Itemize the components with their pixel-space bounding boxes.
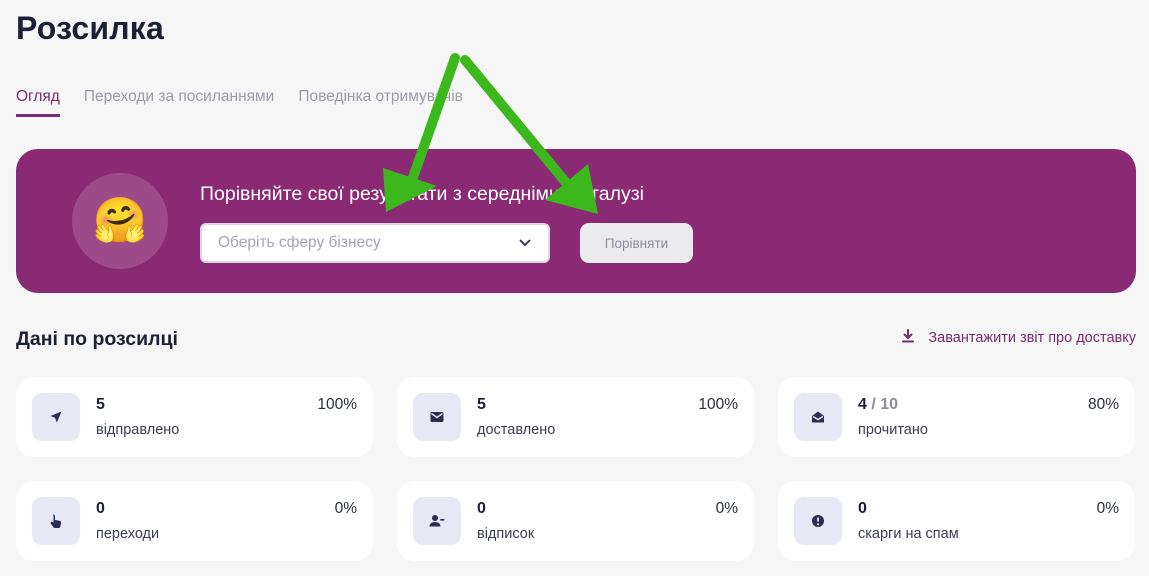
tab-link-clicks[interactable]: Переходи за посиланнями: [84, 88, 274, 117]
business-sphere-select[interactable]: Оберіть сферу бізнесу: [200, 223, 550, 263]
stat-label: відписок: [477, 526, 535, 542]
stat-value: 5: [96, 396, 105, 413]
compare-button[interactable]: Порівняти: [580, 223, 693, 263]
tab-bar: Огляд Переходи за посиланнями Поведінка …: [16, 88, 463, 117]
stat-value: 0: [858, 500, 867, 517]
stat-value: 4 / 10: [858, 396, 899, 413]
chevron-down-icon: [518, 236, 532, 250]
stat-label: скарги на спам: [858, 526, 959, 542]
stat-value: 5: [477, 396, 486, 413]
download-report-label: Завантажити звіт про доставку: [928, 330, 1136, 346]
stat-card-sent: 5 відправлено 100%: [16, 377, 373, 457]
tab-recipient-behavior[interactable]: Поведінка отримувачів: [298, 88, 463, 117]
stat-card-unsubscribes: 0 відписок 0%: [397, 481, 754, 561]
stat-label: прочитано: [858, 422, 928, 438]
pointer-hand-icon: [32, 497, 80, 545]
stat-label: відправлено: [96, 422, 180, 438]
stat-card-delivered: 5 доставлено 100%: [397, 377, 754, 457]
stat-percent: 0%: [715, 500, 738, 517]
hugging-face-emoji-icon: 🤗: [72, 173, 168, 269]
stat-card-read: 4 / 10 прочитано 80%: [778, 377, 1135, 457]
stat-value: 0: [477, 500, 486, 517]
stats-grid: 5 відправлено 100% 5 доставлено 100% 4 /…: [16, 377, 1135, 561]
envelope-open-icon: [794, 393, 842, 441]
benchmark-banner: 🤗 Порівняйте свої результати з середніми…: [16, 149, 1136, 293]
send-icon: [32, 393, 80, 441]
download-icon: [902, 329, 915, 347]
stat-card-spam: 0 скарги на спам 0%: [778, 481, 1135, 561]
alert-circle-icon: [794, 497, 842, 545]
stat-label: переходи: [96, 526, 160, 542]
stat-label: доставлено: [477, 422, 556, 438]
stat-card-clicks: 0 переходи 0%: [16, 481, 373, 561]
stat-value: 0: [96, 500, 105, 517]
page-title: Розсилка: [16, 10, 164, 46]
download-report-link[interactable]: Завантажити звіт про доставку: [902, 329, 1136, 347]
section-title: Дані по розсилці: [16, 328, 178, 350]
banner-text: Порівняйте свої результати з середніми п…: [200, 183, 645, 205]
tab-overview[interactable]: Огляд: [16, 88, 60, 117]
stat-percent: 100%: [317, 396, 357, 413]
emoji-glyph: 🤗: [92, 196, 148, 245]
envelope-icon: [413, 393, 461, 441]
stat-percent: 100%: [698, 396, 738, 413]
stat-percent: 80%: [1087, 396, 1119, 413]
user-minus-icon: [413, 497, 461, 545]
select-placeholder: Оберіть сферу бізнесу: [218, 234, 381, 251]
stat-percent: 0%: [334, 500, 357, 517]
stat-percent: 0%: [1096, 500, 1119, 517]
